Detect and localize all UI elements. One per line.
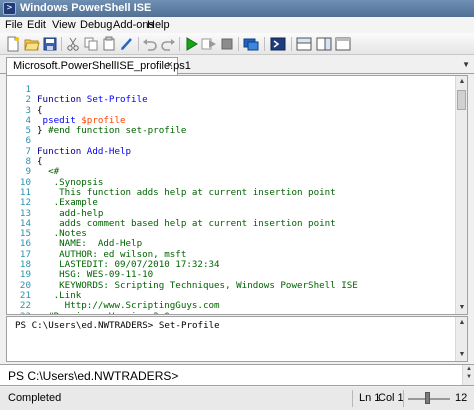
scroll-down-icon[interactable]: ▼ <box>456 302 467 314</box>
line-number: 23 <box>7 311 31 314</box>
copy-icon[interactable] <box>83 36 99 52</box>
new-remote-tab-icon[interactable] <box>243 36 259 52</box>
code-text: } #end function set-profile <box>37 126 186 136</box>
open-icon[interactable] <box>24 36 40 52</box>
script-scrollbar[interactable]: ▲ ▼ <box>455 76 467 314</box>
tab-label: Microsoft.PowerShellISE_profile.ps1 <box>13 60 191 72</box>
column-indicator: Col 1 <box>378 392 404 404</box>
code-text: KEYWORDS: Scripting Techniques, Windows … <box>37 279 358 291</box>
code-token: Function <box>37 145 87 157</box>
command-prompt: PS C:\Users\ed.NWTRADERS> <box>8 369 179 383</box>
code-token: Function <box>37 94 87 106</box>
new-icon[interactable] <box>5 36 21 52</box>
code-text: Function Add-Help <box>37 145 132 157</box>
run-icon[interactable] <box>183 36 199 52</box>
scroll-thumb[interactable] <box>457 90 466 110</box>
clear-icon[interactable] <box>119 36 135 52</box>
code-token: #end function set-profile <box>48 125 187 137</box>
script-pane[interactable]: 1 2 Function Set-Profile 3{4 psedit $profil… <box>6 75 468 315</box>
chevron-down-icon[interactable]: ▼ <box>462 60 470 69</box>
redo-icon[interactable] <box>160 36 176 52</box>
command-scrollbar[interactable]: ▲ ▼ <box>462 365 474 385</box>
zoom-slider-thumb[interactable] <box>424 392 430 404</box>
menu-edit[interactable]: Edit <box>27 19 46 31</box>
menu-debug[interactable]: Debug <box>80 19 112 31</box>
line-number: 22 <box>19 300 31 312</box>
code-token: } <box>37 125 49 137</box>
status-bar: Completed Ln 1 Col 1 12 <box>0 387 474 410</box>
code-line: 8{ <box>7 156 453 167</box>
tab-strip: Microsoft.PowerShellISE_profile.ps1 × ▼ <box>0 56 474 75</box>
code-text: Function Set-Profile <box>37 95 148 105</box>
menu-view[interactable]: View <box>52 19 76 31</box>
menu-file[interactable]: File <box>5 19 23 31</box>
zoom-value: 12 <box>455 392 468 404</box>
run-selection-icon[interactable] <box>201 36 217 52</box>
save-icon[interactable] <box>42 36 58 52</box>
output-pane[interactable]: PS C:\Users\ed.NWTRADERS> Set-Profile ▲ … <box>6 316 468 362</box>
code-line: 23 #Requires -Version 2.0 <box>7 311 453 314</box>
window-title: Windows PowerShell ISE <box>20 2 152 14</box>
code-token: Add-Help <box>86 145 132 157</box>
status-text: Completed <box>8 392 62 404</box>
code-line: 7 Function Add-Help <box>7 145 453 157</box>
menu-bar: File Edit View Debug Add-ons Help <box>0 17 474 33</box>
scroll-up-icon[interactable]: ▲ <box>456 317 468 329</box>
show-script-pane-right-icon[interactable] <box>316 36 332 52</box>
output-text: PS C:\Users\ed.NWTRADERS> Set-Profile <box>15 320 220 331</box>
cut-icon[interactable] <box>65 36 81 52</box>
tab-script[interactable]: Microsoft.PowerShellISE_profile.ps1 × <box>6 57 191 75</box>
show-script-pane-max-icon[interactable] <box>335 36 351 52</box>
undo-icon[interactable] <box>142 36 158 52</box>
code-text: #Requires -Version 2.0 <box>37 311 170 314</box>
command-pane[interactable]: PS C:\Users\ed.NWTRADERS> ▲ ▼ <box>0 364 474 386</box>
scroll-down-icon[interactable]: ▼ <box>456 349 468 361</box>
scroll-down-icon[interactable]: ▼ <box>463 374 474 384</box>
powershell-console-icon[interactable] <box>270 36 286 52</box>
title-bar[interactable]: > Windows PowerShell ISE <box>0 0 474 17</box>
powershell-icon: > <box>3 2 16 15</box>
menu-help[interactable]: Help <box>147 19 170 31</box>
code-editor[interactable]: 1 2 Function Set-Profile 3{4 psedit $profil… <box>7 84 453 314</box>
code-line: 2 Function Set-Profile <box>7 94 453 105</box>
code-token: Set-Profile <box>86 94 148 106</box>
close-icon[interactable]: × <box>167 59 173 71</box>
code-token: KEYWORDS: Scripting Techniques, Windows … <box>37 279 358 291</box>
output-scrollbar[interactable]: ▲ ▼ <box>455 317 467 361</box>
stop-icon[interactable] <box>219 36 235 52</box>
paste-icon[interactable] <box>101 36 117 52</box>
scroll-up-icon[interactable]: ▲ <box>456 76 467 88</box>
toolbar <box>0 33 474 55</box>
show-script-pane-top-icon[interactable] <box>296 36 312 52</box>
code-line: 5} #end function set-profile <box>7 125 453 136</box>
code-token: #Requires -Version 2.0 <box>37 311 170 314</box>
